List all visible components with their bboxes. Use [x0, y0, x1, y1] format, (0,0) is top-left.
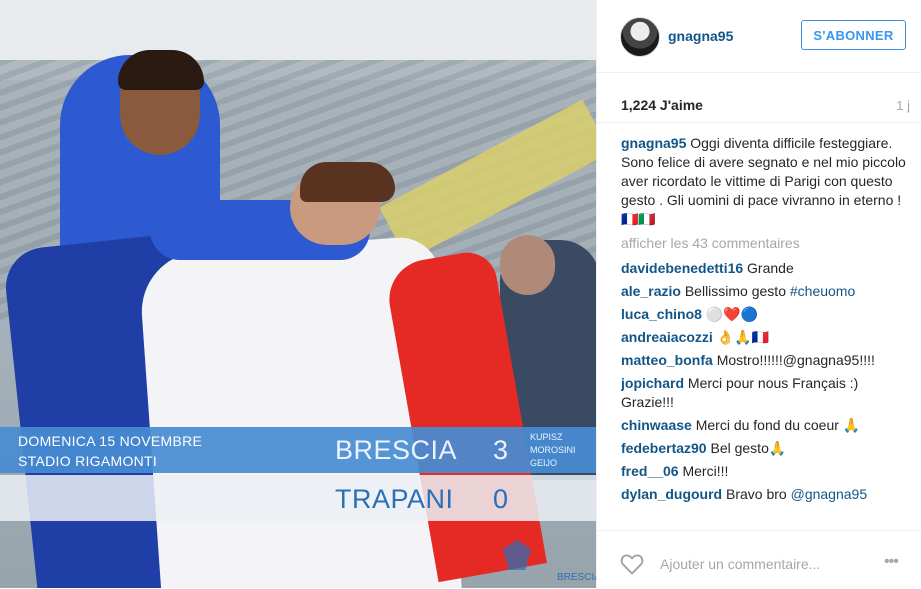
post-time[interactable]: 1 j	[896, 98, 910, 113]
comment-item: matteo_bonfa Mostro!!!!!!@gnagna95!!!!	[621, 351, 911, 370]
post-panel: gnagna95 S'ABONNER 1,224 J'aime 1 j gnag…	[596, 0, 921, 588]
comment-item: jopichard Merci pour nous Français :) Gr…	[621, 374, 911, 412]
comment-username[interactable]: ale_razio	[621, 283, 681, 299]
likes-row: 1,224 J'aime 1 j	[597, 72, 921, 123]
header-username[interactable]: gnagna95	[668, 28, 733, 44]
heart-icon[interactable]	[620, 553, 644, 575]
comment-item: chinwaase Merci du fond du coeur 🙏	[621, 416, 911, 435]
comment-text: Bellissimo gesto	[684, 283, 790, 299]
comment-username[interactable]: luca_chino8	[621, 306, 702, 322]
comments-list[interactable]: gnagna95 Oggi diventa difficile festeggi…	[621, 130, 911, 525]
comment-item: davidebenedetti16 Grande	[621, 259, 911, 278]
comment-item: luca_chino8 ⚪❤️🔵	[621, 305, 911, 324]
scorers-list: KUPISZ MOROSINI GEIJO	[530, 431, 576, 470]
match-date: DOMENICA 15 NOVEMBRE	[18, 433, 203, 449]
comment-username[interactable]: jopichard	[621, 375, 684, 391]
comment-item: andreaiacozzi 👌🙏🇫🇷	[621, 328, 911, 347]
caption-username[interactable]: gnagna95	[621, 135, 686, 151]
comment-text: Bravo bro	[726, 486, 791, 502]
photo-player-1-hair	[118, 50, 204, 90]
club-logo-text: BRESCIA	[557, 572, 596, 583]
away-score: 0	[493, 484, 509, 514]
scoreboard-away-row: TRAPANI 0	[0, 475, 596, 521]
comment-text: Mostro!!!!!!@gnagna95!!!!	[716, 352, 875, 368]
comment-text: Merci du fond du coeur 🙏	[695, 417, 861, 433]
photo-bystander-head	[500, 235, 555, 295]
avatar[interactable]	[620, 17, 660, 57]
follow-button[interactable]: S'ABONNER	[801, 20, 906, 50]
comment-text: Merci!!!	[682, 463, 729, 479]
comment-mention[interactable]: @gnagna95	[791, 486, 868, 502]
comment-username[interactable]: matteo_bonfa	[621, 352, 713, 368]
scorer: KUPISZ	[530, 432, 563, 442]
comment-text: Bel gesto🙏	[710, 440, 787, 456]
comment-text: ⚪❤️🔵	[705, 306, 759, 322]
comment-input[interactable]	[658, 553, 872, 575]
view-all-comments-link[interactable]: afficher les 43 commentaires	[621, 235, 911, 251]
caption: gnagna95 Oggi diventa difficile festeggi…	[621, 134, 911, 229]
likes-count[interactable]: 1,224 J'aime	[621, 97, 703, 113]
scorer: GEIJO	[530, 458, 558, 468]
home-score: 3	[493, 435, 509, 465]
more-options-icon[interactable]: •••	[884, 553, 899, 571]
comment-username[interactable]: fred__06	[621, 463, 679, 479]
scorer: MOROSINI	[530, 445, 576, 455]
photo-player-2-hair	[300, 162, 395, 202]
match-venue: STADIO RIGAMONTI	[18, 453, 158, 469]
comment-username[interactable]: chinwaase	[621, 417, 692, 433]
comment-item: fred__06 Merci!!!	[621, 462, 911, 481]
away-team: TRAPANI	[335, 484, 454, 514]
scoreboard-home-row: DOMENICA 15 NOVEMBRE STADIO RIGAMONTI BR…	[0, 427, 596, 473]
comment-text: Grande	[747, 260, 794, 276]
comment-username[interactable]: dylan_dugourd	[621, 486, 722, 502]
comment-item: fedebertaz90 Bel gesto🙏	[621, 439, 911, 458]
comment-bar: •••	[597, 530, 921, 589]
comment-item: dylan_dugourd Bravo bro @gnagna95	[621, 485, 911, 504]
comment-username[interactable]: fedebertaz90	[621, 440, 707, 456]
post-header: gnagna95 S'ABONNER	[597, 0, 921, 73]
comment-text: 👌🙏🇫🇷	[716, 329, 770, 345]
comment-item: ale_razio Bellissimo gesto #cheuomo	[621, 282, 911, 301]
post-photo[interactable]: DOMENICA 15 NOVEMBRE STADIO RIGAMONTI BR…	[0, 0, 596, 588]
comment-username[interactable]: andreaiacozzi	[621, 329, 713, 345]
comment-hashtag[interactable]: #cheuomo	[790, 283, 855, 299]
comment-username[interactable]: davidebenedetti16	[621, 260, 743, 276]
home-team: BRESCIA	[335, 435, 458, 465]
